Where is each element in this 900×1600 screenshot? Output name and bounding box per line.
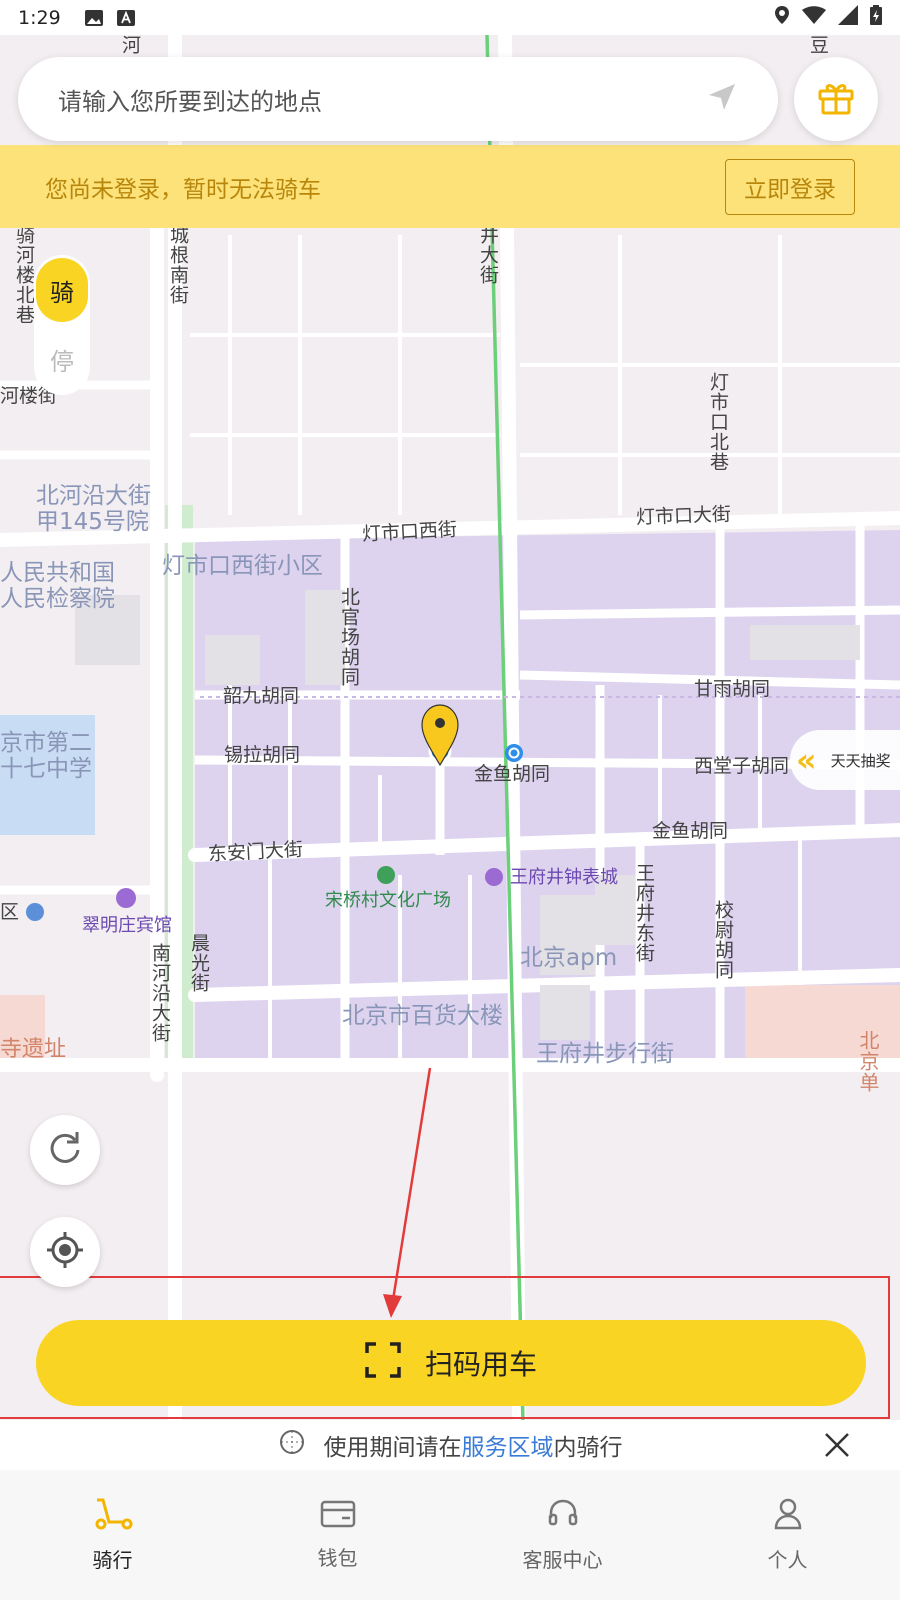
login-banner: 您尚未登录，暂时无法骑车 立即登录 <box>0 145 900 228</box>
location-status-icon <box>774 5 790 30</box>
scan-label: 扫码用车 <box>424 1348 537 1381</box>
map-label: 北京市百货大楼 <box>342 1003 503 1029</box>
mode-toggle: 骑 停 <box>34 255 90 395</box>
locate-button[interactable] <box>30 1217 100 1287</box>
search-input[interactable]: 请输入您所要到达的地点 <box>58 82 706 117</box>
notice-suffix: 内骑行 <box>553 1435 623 1461</box>
map-label: 宋桥村文化广场 <box>325 890 451 911</box>
tab-label: 钱包 <box>317 1545 358 1570</box>
wifi-icon <box>802 6 826 29</box>
map-label: 灯市口西街小区 <box>162 553 323 579</box>
refresh-icon <box>47 1130 83 1170</box>
map-label: 北京单 <box>856 1030 880 1093</box>
map-label: 南河沿大街 <box>149 943 171 1043</box>
person-icon <box>774 1498 802 1534</box>
map-label: 东安门大街 <box>207 838 304 866</box>
map-label: 王府井步行街 <box>536 1041 674 1067</box>
map-label: 北官场胡同 <box>338 587 360 687</box>
map-label: 晨光街 <box>188 933 210 993</box>
park-mode-button[interactable]: 停 <box>36 327 88 391</box>
locate-icon <box>45 1230 85 1274</box>
tab-wallet[interactable]: 钱包 <box>225 1470 450 1600</box>
map-label: 甘雨胡同 <box>694 678 771 700</box>
refresh-button[interactable] <box>30 1115 100 1185</box>
map-label: 金鱼胡同 <box>652 820 729 842</box>
tab-profile[interactable]: 个人 <box>675 1470 900 1600</box>
tab-support[interactable]: 客服中心 <box>450 1470 675 1600</box>
font-icon <box>116 9 135 27</box>
headset-icon <box>547 1498 579 1534</box>
map-label: 北京apm <box>520 945 618 971</box>
destination-search-bar[interactable]: 请输入您所要到达的地点 <box>18 57 778 141</box>
tab-label: 骑行 <box>92 1547 133 1572</box>
map-label: 韶九胡同 <box>223 685 300 707</box>
map-label: 西堂子胡同 <box>694 755 790 777</box>
chevron-left-icon: « <box>796 741 817 779</box>
signal-icon <box>838 5 858 30</box>
map-label: 河 <box>119 35 141 55</box>
lottery-label: 天天抽奖 <box>830 751 891 770</box>
service-area-icon <box>278 1428 306 1462</box>
map-label: 金鱼胡同 <box>474 763 551 785</box>
map-label: 灯市口大街 <box>635 503 732 529</box>
map-label: 寺遗址 <box>0 1037 67 1062</box>
map-label: 豆 <box>807 35 829 55</box>
bottom-tab-bar: 骑行 钱包 客服中心 个人 <box>0 1470 900 1600</box>
scooter-icon <box>93 1498 133 1534</box>
map-label: 人民共和国人民检察院 <box>0 560 115 613</box>
status-time: 1:29 <box>18 6 61 29</box>
scan-to-ride-button[interactable]: 扫码用车 <box>36 1320 866 1406</box>
gift-icon <box>816 77 856 121</box>
map-label: 京市第二十七中学 <box>0 730 92 783</box>
map-label: 灯市口北巷 <box>707 372 729 472</box>
map-label: 王府井钟表城 <box>510 867 618 888</box>
tab-ride[interactable]: 骑行 <box>0 1470 225 1600</box>
login-button[interactable]: 立即登录 <box>725 158 855 215</box>
map-label: 井大街 <box>477 225 499 285</box>
lottery-tab[interactable]: « 天天抽奖 <box>790 730 900 790</box>
scan-icon <box>365 1341 401 1385</box>
tab-label: 个人 <box>767 1547 808 1572</box>
map-label: 翠明庄宾馆 <box>82 915 172 936</box>
navigation-arrow-icon[interactable] <box>706 81 738 117</box>
service-area-notice: 使用期间请在 服务区域 内骑行 <box>0 1420 900 1470</box>
map-label: 灯市口西街 <box>361 518 458 546</box>
gift-button[interactable] <box>794 57 878 141</box>
status-bar: 1:29 <box>0 0 900 35</box>
close-icon[interactable] <box>822 1430 852 1460</box>
notice-prefix: 使用期间请在 <box>323 1435 462 1461</box>
ride-mode-button[interactable]: 骑 <box>36 258 88 322</box>
map-label: 锡拉胡同 <box>224 744 301 766</box>
wallet-icon <box>320 1500 356 1532</box>
battery-icon <box>870 5 882 30</box>
map-label: 北河沿大街甲145号院 <box>36 483 151 536</box>
map-label: 王府井东街 <box>633 863 655 963</box>
map-label: 区 <box>0 901 20 923</box>
login-message: 您尚未登录，暂时无法骑车 <box>45 176 321 203</box>
image-icon <box>84 9 103 27</box>
service-area-link[interactable]: 服务区域 <box>462 1428 554 1462</box>
map-label: 骑河楼北巷 <box>13 225 35 325</box>
map-label: 城根南街 <box>167 225 189 305</box>
tab-label: 客服中心 <box>522 1547 603 1572</box>
map-label: 校尉胡同 <box>712 900 734 980</box>
